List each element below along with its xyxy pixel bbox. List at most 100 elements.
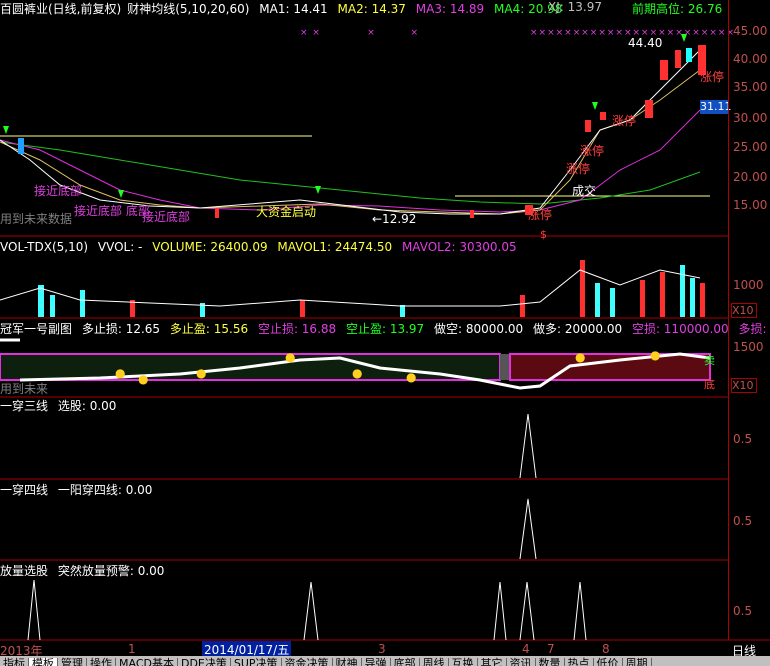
- tab-item[interactable]: 周期: [623, 658, 652, 666]
- sub-future-note: 用到未来: [0, 382, 49, 396]
- panel5-value: 突然放量预警: 0.00: [57, 564, 165, 578]
- panel3-header: 一穿三线 选股: 0.00: [0, 397, 122, 414]
- short-loss-value: 空损: 110000.00: [631, 322, 729, 336]
- panel3-tick: 0.5: [733, 432, 753, 446]
- coin-icon: ●: [285, 350, 296, 364]
- sub-side-label-2: 底: [704, 378, 715, 391]
- tab-item[interactable]: DDE决策: [178, 658, 231, 666]
- vol-title: VOL-TDX(5,10): [0, 240, 89, 254]
- main-panel-header: 百圆裤业(日线,前复权) 财神均线(5,10,20,60) MA1: 14.41 …: [0, 0, 568, 17]
- marks-row-1: × × × ×: [300, 28, 420, 38]
- coin-icon: ●: [115, 366, 126, 380]
- current-price-badge: 31.11: [700, 100, 732, 114]
- tick-40: 40.00: [733, 52, 768, 66]
- tab-item[interactable]: 热点: [565, 658, 594, 666]
- coin-icon: ●: [196, 366, 207, 380]
- coin-icon: ●: [352, 366, 363, 380]
- coin-icon: ●: [406, 370, 417, 384]
- prev-high-value: 前期高位: 26.76: [632, 2, 723, 16]
- panel4-title: 一穿四线: [0, 483, 49, 497]
- coin-icon: ●: [575, 350, 586, 364]
- panel4-tick: 0.5: [733, 514, 753, 528]
- tab-item[interactable]: 财神: [333, 658, 362, 666]
- tab-item[interactable]: 管理: [58, 658, 87, 666]
- panel4-value: 一阳穿四线: 0.00: [57, 483, 153, 497]
- tab-item[interactable]: 模板: [29, 658, 58, 666]
- indicator-tab-bar: 指标 模板 管理 操作 MACD基本 DDE决策 SUP决策 资金决策 财神 导弹 底部 周线 互换 其它…: [0, 656, 770, 666]
- low-price-label: ←12.92: [372, 212, 417, 226]
- future-data-note: 用到未来数据: [0, 212, 73, 226]
- tick-45: 45.00: [733, 24, 768, 38]
- tab-item[interactable]: 资讯: [507, 658, 536, 666]
- tab-item[interactable]: 底部: [391, 658, 420, 666]
- indicator-name: 财神均线(5,10,20,60): [127, 2, 250, 16]
- annotation-trade: 成交: [572, 184, 597, 198]
- price-axis: 45.00 40.00 35.00 30.00 25.00 20.00 15.0…: [728, 0, 770, 640]
- panel5-header: 放量选股 突然放量预警: 0.00: [0, 562, 170, 579]
- annotation-bottom3: 接近底部: [142, 210, 191, 224]
- mavol1-value: MAVOL1: 24474.50: [277, 240, 393, 254]
- coin-icon: ●: [650, 348, 661, 362]
- tab-item[interactable]: 周线: [420, 658, 449, 666]
- tab-item[interactable]: MACD基本: [116, 658, 178, 666]
- sub-panel-bands: [0, 338, 711, 390]
- vol-multiplier: X10: [731, 303, 757, 318]
- timeline-month-3: 3: [378, 642, 386, 656]
- sub-tick: 1500: [733, 340, 764, 354]
- tab-item[interactable]: 低价: [594, 658, 623, 666]
- take-profit-short: 空止盈: 13.97: [345, 322, 425, 336]
- coin-icon: ●: [138, 372, 149, 386]
- take-profit-long: 多止盈: 15.56: [169, 322, 249, 336]
- stop-loss-long: 多止损: 12.65: [81, 322, 161, 336]
- zhangting-3: 涨停: [580, 144, 605, 158]
- panel3-title: 一穿三线: [0, 399, 49, 413]
- tab-item[interactable]: 资金决策: [282, 658, 333, 666]
- timeline-month-8: 8: [602, 642, 610, 656]
- tab-item[interactable]: 其它: [478, 658, 507, 666]
- annotation-bottom2: 接近底部 底部: [74, 204, 150, 218]
- sub-panel-header: 冠军一号副图 多止损: 12.65 多止盈: 15.56 空止损: 16.88 …: [0, 320, 770, 337]
- stock-title: 百圆裤业(日线,前复权): [0, 2, 122, 16]
- vvol-value: VVOL: -: [97, 240, 143, 254]
- volume-bars: [38, 260, 705, 317]
- zhangting-5: 涨停: [700, 70, 725, 84]
- panel5-title: 放量选股: [0, 564, 49, 578]
- signal-spikes: [27, 413, 587, 641]
- volume-value: VOLUME: 26400.09: [152, 240, 268, 254]
- timeline-bar[interactable]: 2013年 1 2014/01/17/五 3 4 7 8: [0, 641, 728, 658]
- peak-price-label: 44.40: [628, 36, 663, 50]
- marks-row-2: ××××××××××××××××××××××××: [530, 28, 735, 38]
- ma2-value: MA2: 14.37: [337, 2, 406, 16]
- panel4-header: 一穿四线 一阳穿四线: 0.00: [0, 481, 158, 498]
- tab-item[interactable]: 互换: [449, 658, 478, 666]
- tick-25: 25.00: [733, 140, 768, 154]
- tick-15: 15.00: [733, 198, 768, 212]
- mavol2-value: MAVOL2: 30300.05: [401, 240, 517, 254]
- timeline-month-1: 1: [128, 642, 136, 656]
- zhangting-1: 涨停: [528, 208, 553, 222]
- ma1-value: MA1: 14.41: [259, 2, 328, 16]
- tick-30: 30.00: [733, 111, 768, 125]
- panel3-value: 选股: 0.00: [57, 399, 117, 413]
- tab-item[interactable]: 导弹: [362, 658, 391, 666]
- zhangting-4: 涨停: [612, 114, 637, 128]
- zhangting-2: 涨停: [566, 162, 591, 176]
- tick-20: 20.00: [733, 170, 768, 184]
- sub-multiplier: X10: [731, 378, 757, 393]
- tab-item[interactable]: 指标: [0, 658, 29, 666]
- tick-35: 35.00: [733, 80, 768, 94]
- tab-item[interactable]: 操作: [87, 658, 116, 666]
- annotation-capital: 大资金启动: [256, 205, 317, 219]
- short-value: 做空: 80000.00: [434, 322, 524, 336]
- vol-tick: 1000: [733, 278, 764, 292]
- volume-panel-header: VOL-TDX(5,10) VVOL: - VOLUME: 26400.09 M…: [0, 240, 523, 254]
- sub-title: 冠军一号副图: [0, 322, 73, 336]
- ma3-value: MA3: 14.89: [415, 2, 485, 16]
- tab-item[interactable]: SUP决策: [231, 658, 282, 666]
- sub-side-label-1: 卖: [704, 354, 715, 367]
- tab-item[interactable]: 数量: [536, 658, 565, 666]
- annotation-yuan: $: [540, 228, 547, 241]
- panel5-tick: 0.5: [733, 604, 753, 618]
- stop-loss-short: 空止损: 16.88: [257, 322, 337, 336]
- timeline-month-4: 4: [522, 642, 530, 656]
